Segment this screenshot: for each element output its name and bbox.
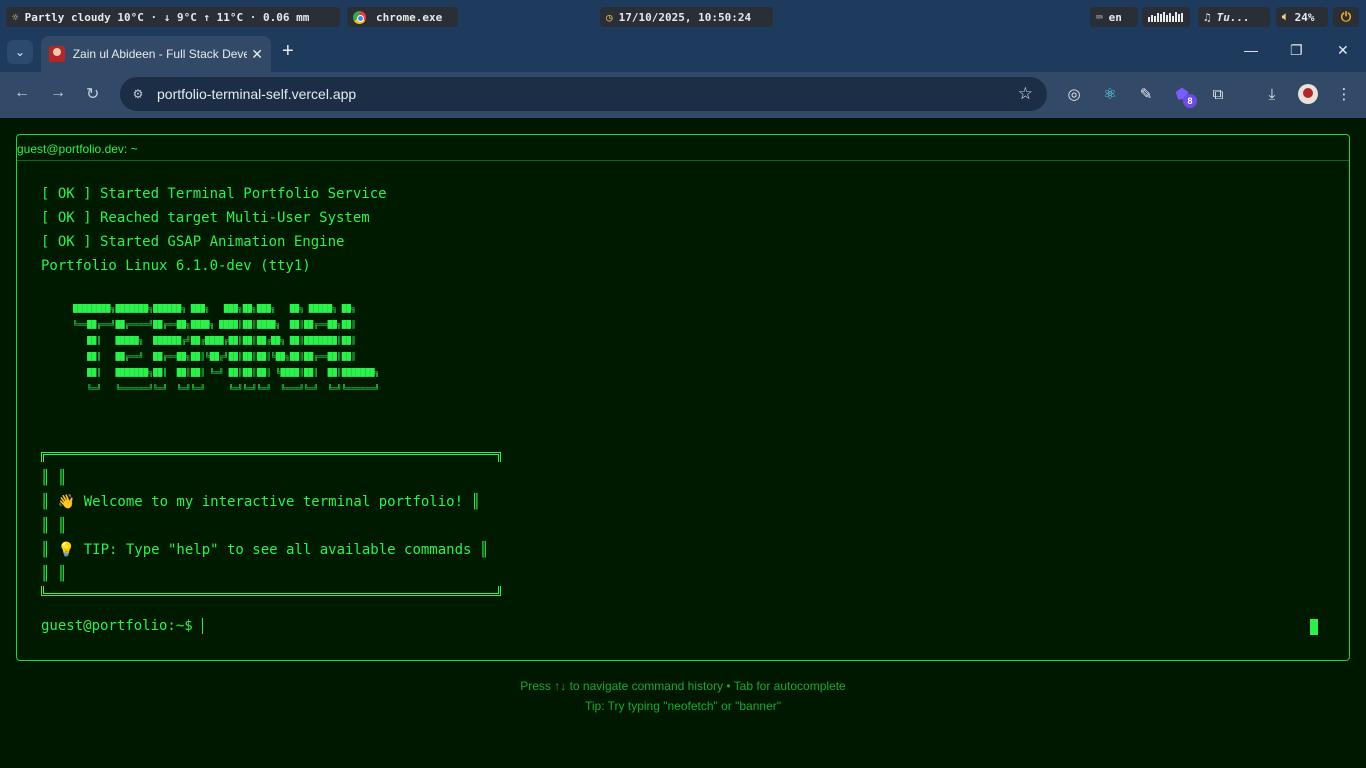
bookmark-star-icon[interactable]: ☆ bbox=[1018, 84, 1033, 104]
banner-line: ██║ ██╔══╝ ██╔══██╗██║╚██╔╝██║██║██║╚██╗… bbox=[73, 352, 356, 361]
restore-button[interactable]: ❐ bbox=[1290, 42, 1303, 59]
welcome-box: ║ ║ ║ 👋 Welcome to my interactive termin… bbox=[41, 466, 488, 586]
prompt-label: guest@portfolio:~$ bbox=[41, 618, 202, 634]
menu-kebab-icon[interactable]: ⋮ bbox=[1334, 84, 1354, 104]
terminal-window[interactable]: guest@portfolio.dev: ~ [ OK ] Started Te… bbox=[16, 134, 1350, 661]
cpu-bars bbox=[1148, 12, 1183, 22]
minimize-button[interactable]: — bbox=[1244, 42, 1258, 58]
target-extension-icon[interactable]: ◎ bbox=[1064, 84, 1084, 104]
volume-widget[interactable]: 🔈︎ 24% bbox=[1276, 7, 1328, 27]
keyboard-lang: en bbox=[1108, 10, 1122, 24]
welcome-box-line: ║ ║ bbox=[41, 566, 67, 582]
react-devtools-icon[interactable]: ⚛ bbox=[1100, 84, 1120, 104]
block-cursor bbox=[1310, 619, 1318, 635]
music-title: Tu... bbox=[1216, 10, 1250, 24]
power-icon: ⏻ bbox=[1340, 9, 1352, 25]
cpu-graph-widget[interactable] bbox=[1142, 7, 1190, 27]
keyboard-icon: ⌨ bbox=[1096, 10, 1103, 24]
url-text: portfolio-terminal-self.vercel.app bbox=[157, 86, 357, 102]
welcome-box-line: ║ ║ bbox=[41, 518, 67, 534]
power-button[interactable]: ⏻ bbox=[1333, 7, 1359, 27]
clock-icon: ◷ bbox=[606, 10, 613, 24]
datetime-text: 17/10/2025, 10:50:24 bbox=[618, 10, 752, 24]
banner-line: ████████╗███████╗██████╗ ███╗ ███╗██╗███… bbox=[73, 304, 356, 313]
reload-button[interactable]: ↻ bbox=[86, 84, 99, 104]
banner-line: ╚══██╔══╝██╔════╝██╔══██╗████╗ ████║██║█… bbox=[73, 320, 356, 329]
sun-icon: ☼ bbox=[12, 10, 19, 24]
banner-line: ██║ █████╗ ██████╔╝██╔████╔██║██║██╔██╗ … bbox=[73, 336, 356, 345]
download-icon[interactable]: ⤓ bbox=[1262, 84, 1282, 104]
close-icon[interactable]: ✕ bbox=[251, 46, 263, 63]
weather-widget[interactable]: ☼ Partly cloudy 10°C · ↓ 9°C ↑ 11°C · 0.… bbox=[6, 7, 340, 27]
music-note-icon: ♫ bbox=[1204, 10, 1211, 24]
welcome-box-bottom-border bbox=[41, 586, 501, 596]
boot-line: [ OK ] Started GSAP Animation Engine bbox=[41, 234, 345, 250]
history-hint: Press ↑↓ to navigate command history • T… bbox=[520, 679, 846, 693]
banner-line: ██║ ███████╗██║ ██║██║ ╚═╝ ██║██║██║ ╚██… bbox=[73, 368, 380, 377]
active-app-name: chrome.exe bbox=[376, 10, 443, 24]
boot-line: Portfolio Linux 6.1.0-dev (tty1) bbox=[41, 258, 311, 274]
tab-title: Zain ul Abideen - Full Stack Developer bbox=[72, 47, 248, 61]
command-tip: Tip: Try typing "neofetch" or "banner" bbox=[584, 699, 782, 713]
clock-widget[interactable]: ◷ 17/10/2025, 10:50:24 bbox=[600, 7, 773, 27]
welcome-box-top-border bbox=[41, 452, 501, 462]
site-info-icon[interactable]: ⚙ bbox=[130, 86, 146, 102]
address-bar[interactable]: ⚙ portfolio-terminal-self.vercel.app ☆ bbox=[120, 77, 1047, 111]
command-line[interactable]: guest@portfolio:~$ bbox=[41, 614, 204, 638]
text-caret bbox=[202, 618, 204, 634]
chrome-icon bbox=[353, 10, 366, 24]
close-window-button[interactable]: ✕ bbox=[1337, 42, 1349, 59]
boot-log: [ OK ] Started Terminal Portfolio Servic… bbox=[41, 182, 387, 278]
chevron-down-icon: ⌄ bbox=[14, 45, 26, 59]
tab-strip: ⌄ Zain ul Abideen - Full Stack Developer… bbox=[0, 34, 1366, 72]
active-app-widget[interactable]: chrome.exe bbox=[347, 7, 458, 27]
profile-avatar[interactable] bbox=[1298, 84, 1318, 104]
tab-search-button[interactable]: ⌄ bbox=[7, 40, 33, 64]
banner-line: ╚═╝ ╚══════╝╚═╝ ╚═╝╚═╝ ╚═╝╚═╝╚═╝ ╚═══╝╚═… bbox=[73, 384, 380, 393]
boot-line: [ OK ] Started Terminal Portfolio Servic… bbox=[41, 186, 387, 202]
back-button[interactable]: ← bbox=[14, 84, 30, 102]
browser-toolbar: ← → ↻ ⚙ portfolio-terminal-self.vercel.a… bbox=[0, 72, 1366, 118]
terminal-header: guest@portfolio.dev: ~ bbox=[17, 135, 1349, 161]
speaker-icon: 🔈︎ bbox=[1282, 10, 1289, 23]
extensions-puzzle-icon[interactable]: ⧉ bbox=[1208, 84, 1228, 104]
new-tab-button[interactable]: + bbox=[282, 40, 294, 62]
extension-badge: 8 bbox=[1183, 94, 1197, 108]
welcome-message: ║ 👋 Welcome to my interactive terminal p… bbox=[41, 494, 480, 510]
music-widget[interactable]: ♫ Tu... bbox=[1198, 7, 1270, 27]
os-taskbar: ☼ Partly cloudy 10°C · ↓ 9°C ↑ 11°C · 0.… bbox=[0, 0, 1366, 34]
ascii-banner: ████████╗███████╗██████╗ ███╗ ███╗██╗███… bbox=[73, 301, 380, 397]
weather-text: Partly cloudy 10°C · ↓ 9°C ↑ 11°C · 0.06… bbox=[24, 10, 310, 24]
tip-message: ║ 💡 TIP: Type "help" to see all availabl… bbox=[41, 542, 489, 558]
boot-line: [ OK ] Reached target Multi-User System bbox=[41, 210, 370, 226]
volume-level: 24% bbox=[1294, 10, 1315, 24]
forward-button[interactable]: → bbox=[50, 84, 66, 102]
graduation-cap-icon[interactable]: ⬟ 8 bbox=[1172, 84, 1197, 108]
welcome-box-line: ║ ║ bbox=[41, 470, 67, 486]
site-favicon-icon bbox=[49, 46, 65, 62]
color-picker-icon[interactable]: ✎ bbox=[1136, 84, 1156, 104]
keyboard-layout-widget[interactable]: ⌨ en bbox=[1090, 7, 1138, 27]
tab-active[interactable]: Zain ul Abideen - Full Stack Developer ✕ bbox=[41, 36, 271, 72]
